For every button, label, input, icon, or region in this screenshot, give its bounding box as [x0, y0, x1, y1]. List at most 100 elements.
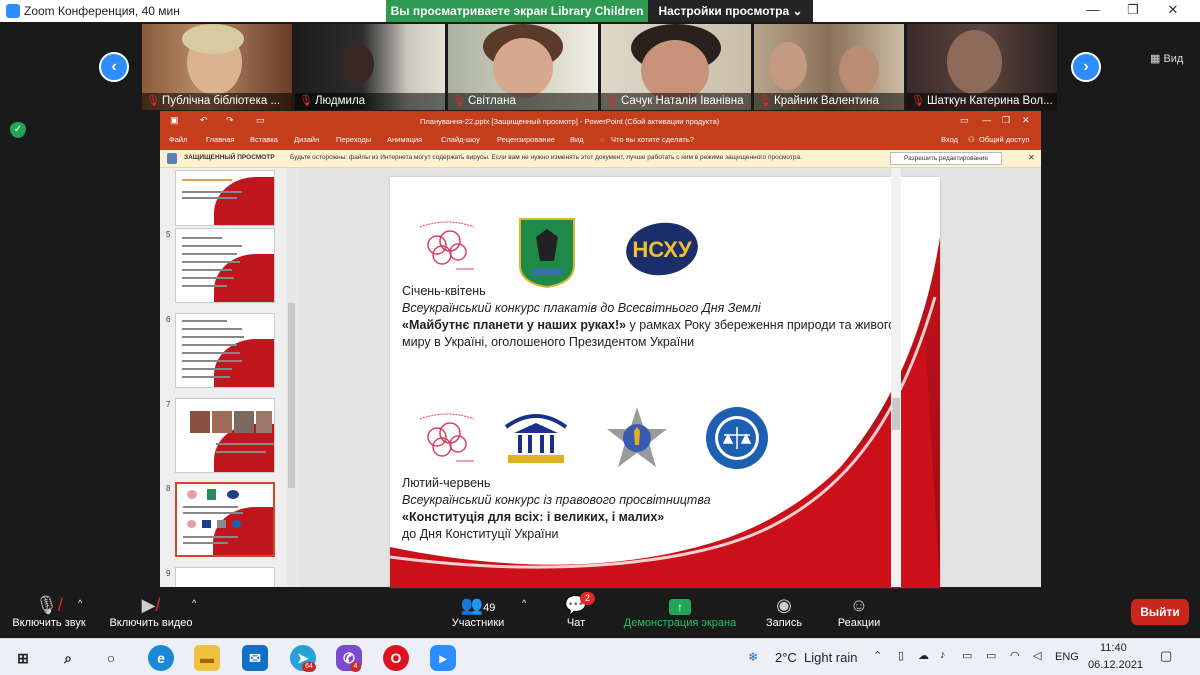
search-icon[interactable]: ⌕ — [55, 645, 81, 671]
thumbnail-scroll-thumb[interactable] — [288, 303, 295, 488]
start-video-button[interactable]: ▶/ Включить видео — [106, 593, 196, 629]
slide-thumbnails-panel: 5 6 7 8 9 — [160, 168, 298, 587]
signin-link[interactable]: Вход — [941, 135, 958, 144]
nsku-logo: НСХУ — [626, 222, 698, 276]
participants-button[interactable]: 👥49 Участники — [446, 593, 510, 629]
muted-mic-icon: 🎙 — [605, 95, 619, 107]
leave-meeting-button[interactable]: Выйти — [1131, 599, 1189, 625]
ppt-maximize-button[interactable]: ❐ — [1002, 115, 1010, 126]
weather-icon: ❄ — [748, 650, 759, 664]
slide-thumbnail[interactable] — [175, 228, 275, 303]
share-screen-button[interactable]: ↑ Демонстрация экрана — [618, 593, 742, 629]
ppt-close-button[interactable]: ✕ — [1022, 115, 1030, 126]
share-person-icon: ⚇ — [968, 135, 975, 144]
tell-me-input[interactable]: Что вы хотите сделать? — [611, 135, 694, 144]
ppt-document-title: Планування-22.pptx [Защищенный просмотр]… — [420, 117, 720, 126]
participant-tile[interactable]: Публічна бібліотека ... 🎙 — [142, 24, 292, 110]
reactions-button[interactable]: ☺ Реакции — [832, 593, 886, 629]
mic-tray-icon[interactable]: ♪ — [940, 649, 946, 661]
weather-desc[interactable]: Light rain — [804, 650, 857, 665]
slide-thumbnail-selected[interactable] — [175, 482, 275, 557]
close-button[interactable]: ✕ — [1153, 2, 1193, 20]
slide-thumbnail[interactable] — [175, 398, 275, 473]
language-indicator[interactable]: ENG — [1055, 651, 1079, 663]
slide-thumbnail[interactable] — [175, 313, 275, 388]
participant-tile[interactable]: Людмила 🎙 — [295, 24, 445, 110]
save-icon[interactable]: ▣ — [170, 115, 179, 126]
participants-options-caret[interactable]: ^ — [522, 598, 526, 608]
undo-icon[interactable]: ↶ — [200, 115, 208, 126]
video-off-icon: ▶/ — [141, 595, 161, 615]
opera-icon[interactable]: O — [383, 645, 409, 671]
display-icon[interactable]: ▭ — [962, 649, 972, 662]
tray-expand-icon[interactable]: ⌃ — [873, 649, 882, 662]
share-screen-label: Демонстрация экрана — [623, 617, 737, 629]
next-page-button[interactable]: › — [1071, 52, 1101, 82]
wifi-icon[interactable]: ◠ — [1010, 649, 1020, 662]
muted-mic-icon: 🎙 — [758, 95, 772, 107]
clock-time[interactable]: 11:40 — [1100, 642, 1127, 654]
volume-icon[interactable]: ◁ — [1033, 649, 1041, 662]
editor-scroll-thumb[interactable] — [892, 398, 900, 430]
zoom-taskbar-icon[interactable]: ▸ — [430, 645, 456, 671]
minimize-button[interactable]: — — [1073, 2, 1113, 20]
participant-tile[interactable]: Крайник Валентина 🎙 — [754, 24, 904, 110]
participant-tile[interactable]: Світлана 🎙 — [448, 24, 598, 110]
battery-icon[interactable]: ▭ — [986, 649, 996, 662]
view-options-button[interactable]: Настройки просмотра ⌄ — [648, 0, 813, 22]
tell-me-lightbulb-icon: ◌ — [600, 135, 605, 144]
tab-view[interactable]: Вид — [570, 135, 584, 144]
windows-start-icon[interactable]: ⊞ — [10, 645, 36, 671]
file-explorer-icon[interactable]: ▬ — [194, 645, 220, 671]
maximize-button[interactable]: ❐ — [1113, 2, 1153, 20]
ribbon-options-icon[interactable]: ▭ — [960, 115, 969, 126]
redo-icon[interactable]: ↷ — [226, 115, 234, 126]
participant-name: Шаткун Катерина Вол... — [907, 93, 1057, 110]
chat-button[interactable]: 💬 Чат 2 — [556, 592, 596, 629]
ppt-minimize-button[interactable]: — — [982, 115, 991, 125]
participant-tile[interactable]: Шаткун Катерина Вол... 🎙 — [907, 24, 1057, 110]
weather-temp[interactable]: 2°C — [775, 650, 797, 665]
tab-animations[interactable]: Анимация — [387, 135, 422, 144]
tab-insert[interactable]: Вставка — [250, 135, 278, 144]
tab-home[interactable]: Главная — [206, 135, 235, 144]
block1-line1: Всеукраїнський конкурс плакатів до Всесв… — [402, 301, 761, 315]
device-icon[interactable]: ▯ — [898, 649, 904, 662]
protected-close-icon[interactable]: ✕ — [1028, 153, 1035, 162]
zoom-control-bar: 🎙/ Включить звук ^ ▶/ Включить видео ^ 👥… — [0, 590, 1200, 638]
protected-message: Будьте осторожны: файлы из Интернета мог… — [290, 154, 802, 161]
slide-thumbnail[interactable] — [175, 567, 275, 587]
reactions-label: Реакции — [837, 617, 881, 629]
share-screen-icon: ↑ — [618, 593, 742, 617]
present-icon[interactable]: ▭ — [256, 115, 265, 126]
video-options-caret[interactable]: ^ — [192, 598, 196, 608]
view-button[interactable]: ▦ Вид — [1150, 52, 1183, 65]
ppt-title-bar: ▣ ↶ ↷ ▭ Планування-22.pptx [Защищенный п… — [160, 111, 1041, 131]
slide-thumbnail[interactable] — [175, 170, 275, 226]
edge-icon[interactable]: e — [148, 645, 174, 671]
cloud-icon[interactable]: ☁ — [918, 649, 929, 662]
clock-date[interactable]: 06.12.2021 — [1088, 659, 1143, 671]
protected-shield-icon — [167, 153, 177, 164]
tab-review[interactable]: Рецензирование — [497, 135, 555, 144]
start-video-label: Включить видео — [109, 617, 193, 629]
participant-tile[interactable]: Сачук Наталія Іванівна 🎙 — [601, 24, 751, 110]
participant-name: Людмила — [295, 93, 445, 110]
mail-icon[interactable]: ✉ — [242, 645, 268, 671]
enable-editing-button[interactable]: Разрешить редактирование — [890, 152, 1002, 165]
record-button[interactable]: ◉ Запись — [760, 593, 808, 629]
chat-badge: 2 — [580, 592, 595, 605]
slide-editor-area: НСХУ Січень-квітень Всеукраїнський конку… — [298, 168, 1041, 587]
tab-file[interactable]: Файл — [169, 135, 187, 144]
screen-share-banner: Вы просматриваете экран Library Children — [386, 0, 648, 22]
tab-transitions[interactable]: Переходы — [336, 135, 371, 144]
notifications-icon[interactable]: ▢ — [1160, 648, 1172, 664]
editor-scrollbar[interactable] — [891, 168, 901, 587]
tab-slideshow[interactable]: Слайд-шоу — [441, 135, 480, 144]
muted-mic-icon: 🎙 — [911, 95, 925, 107]
task-view-icon[interactable]: ○ — [98, 645, 124, 671]
prev-page-button[interactable]: ‹ — [99, 52, 129, 82]
tab-design[interactable]: Дизайн — [294, 135, 319, 144]
audio-options-caret[interactable]: ^ — [78, 598, 82, 608]
share-link[interactable]: Общий доступ — [979, 135, 1029, 144]
